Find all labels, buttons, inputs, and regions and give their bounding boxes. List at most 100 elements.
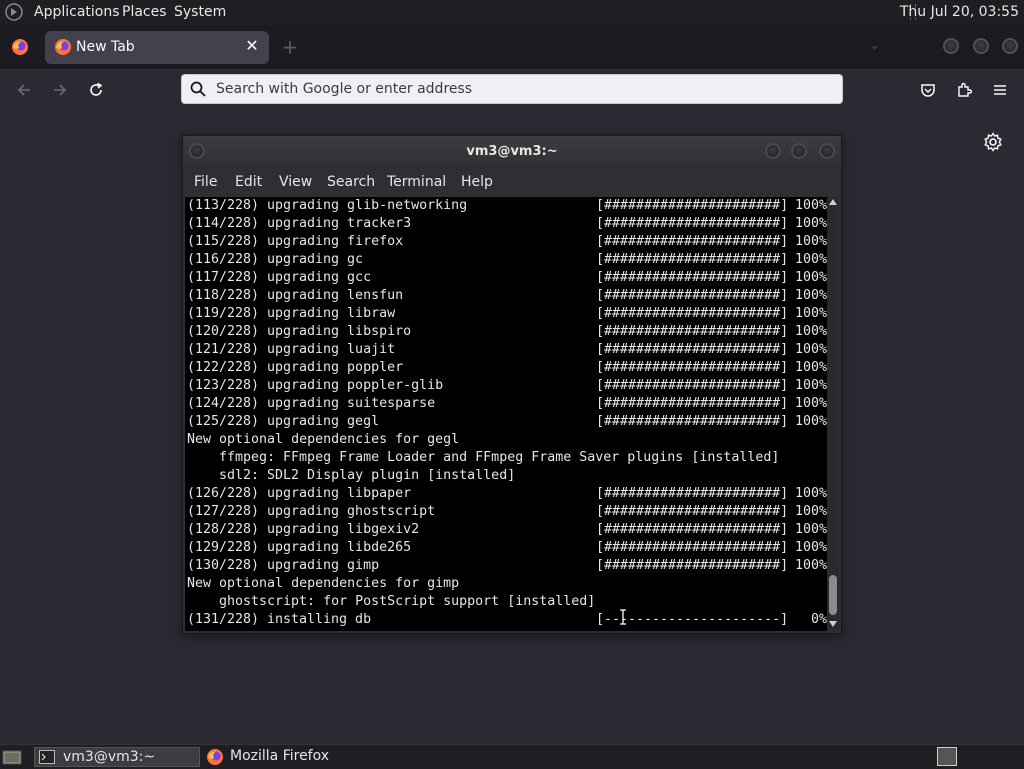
close-icon[interactable]: [819, 143, 835, 159]
distro-logo-icon[interactable]: [5, 3, 23, 21]
terminal-line-pct: 100%: [795, 522, 827, 537]
minimize-icon[interactable]: [765, 143, 781, 159]
maximize-icon[interactable]: [791, 143, 807, 159]
terminal-line-bar: [######################]: [596, 306, 789, 321]
terminal-line-text: upgrading gc: [267, 252, 364, 267]
scroll-down-icon[interactable]: [829, 621, 837, 627]
menu-system[interactable]: System: [174, 4, 226, 20]
terminal-line: (128/228) upgrading libgexiv2 [###########…: [187, 521, 827, 539]
terminal-line-bar: [######################]: [596, 324, 789, 339]
close-window-icon[interactable]: [1002, 38, 1018, 54]
close-tab-icon[interactable]: ✕: [243, 37, 261, 55]
terminal-output[interactable]: (113/228) upgrading glib-networking [#####…: [185, 197, 827, 631]
tab-new-tab[interactable]: New Tab ✕: [45, 31, 269, 64]
terminal-line-pct: 100%: [795, 540, 827, 555]
menu-edit[interactable]: Edit: [235, 174, 262, 190]
task-firefox[interactable]: Mozilla Firefox: [202, 747, 382, 767]
terminal-line-text: upgrading libgexiv2: [267, 522, 420, 537]
extensions-icon[interactable]: [951, 77, 977, 103]
terminal-window[interactable]: vm3@vm3:~ File Edit View Search Terminal…: [182, 135, 842, 634]
terminal-line-text: installing db: [267, 612, 372, 627]
address-bar[interactable]: Search with Google or enter address: [181, 74, 843, 104]
terminal-line: (118/228) upgrading lensfun [#############…: [187, 287, 827, 305]
terminal-line-bar: [######################]: [596, 342, 789, 357]
terminal-line-text: upgrading ghostscript: [267, 504, 436, 519]
menu-search[interactable]: Search: [327, 174, 375, 190]
menu-file[interactable]: File: [194, 174, 217, 190]
scroll-up-icon[interactable]: [829, 199, 837, 205]
terminal-line-text: upgrading tracker3: [267, 216, 412, 231]
terminal-line-num: (118/228): [187, 288, 260, 303]
forward-arrow-icon[interactable]: [47, 77, 73, 103]
pocket-icon[interactable]: [915, 77, 941, 103]
terminal-line-num: (121/228): [187, 342, 260, 357]
terminal-line-num: (122/228): [187, 360, 260, 375]
terminal-line-pct: 100%: [795, 504, 827, 519]
menu-applications[interactable]: Applications: [34, 4, 120, 20]
address-bar-placeholder: Search with Google or enter address: [216, 81, 473, 97]
workspace-switcher[interactable]: [937, 747, 957, 766]
terminal-line: (124/228) upgrading suitesparse [#########…: [187, 395, 827, 413]
new-tab-icon[interactable]: +: [279, 36, 301, 58]
terminal-line-text: upgrading gcc: [267, 270, 372, 285]
menu-terminal[interactable]: Terminal: [387, 174, 446, 190]
gear-icon[interactable]: [983, 132, 1003, 152]
firefox-view-icon[interactable]: [11, 38, 29, 56]
terminal-titlebar[interactable]: vm3@vm3:~: [183, 136, 841, 168]
terminal-line-bar: [######################]: [596, 288, 789, 303]
firefox-icon: [207, 749, 223, 765]
hamburger-menu-icon[interactable]: [987, 77, 1013, 103]
terminal-line: (114/228) upgrading tracker3 [############…: [187, 215, 827, 233]
terminal-line-pct: 100%: [795, 288, 827, 303]
reload-icon[interactable]: [83, 77, 109, 103]
terminal-line: (113/228) upgrading glib-networking [#####…: [187, 197, 827, 215]
back-arrow-icon[interactable]: [11, 77, 37, 103]
terminal-line-pct: 100%: [795, 252, 827, 267]
terminal-line-bar: [######################]: [596, 540, 789, 555]
terminal-menubar: File Edit View Search Terminal Help: [183, 168, 841, 196]
tab-title: New Tab: [76, 39, 135, 55]
top-panel: Applications Places System Thu Jul 20, 0…: [0, 0, 1024, 26]
terminal-line-pct: 100%: [795, 324, 827, 339]
terminal-line-text: upgrading gegl: [267, 414, 380, 429]
minimize-window-icon[interactable]: [943, 38, 959, 54]
menu-places[interactable]: Places: [122, 4, 167, 20]
terminal-line-bar: [######################]: [596, 216, 789, 231]
terminal-line: (126/228) upgrading libpaper [############…: [187, 485, 827, 503]
terminal-line: New optional dependencies for gegl: [187, 432, 460, 447]
terminal-line-num: (119/228): [187, 306, 260, 321]
text-cursor-icon: [620, 609, 626, 625]
terminal-line-num: (113/228): [187, 198, 260, 213]
terminal-line-bar: [######################]: [596, 414, 789, 429]
terminal-line-bar: [######################]: [596, 486, 789, 501]
terminal-line-pct: 100%: [795, 216, 827, 231]
terminal-line-num: (124/228): [187, 396, 260, 411]
terminal-line-pct: 100%: [795, 360, 827, 375]
maximize-window-icon[interactable]: [973, 38, 989, 54]
list-all-tabs-icon[interactable]: ⌄: [870, 39, 879, 52]
terminal-line-text: upgrading libpaper: [267, 486, 412, 501]
show-desktop-icon[interactable]: [2, 748, 22, 766]
firefox-tab-icon: [55, 39, 71, 55]
terminal-line-pct: 100%: [795, 558, 827, 573]
terminal-line-num: (125/228): [187, 414, 260, 429]
terminal-scrollbar[interactable]: [827, 197, 839, 631]
terminal-line-bar: [######################]: [596, 522, 789, 537]
terminal-line-text: upgrading libspiro: [267, 324, 412, 339]
terminal-line-num: (117/228): [187, 270, 260, 285]
task-terminal[interactable]: vm3@vm3:~: [34, 747, 200, 767]
menu-help[interactable]: Help: [461, 174, 493, 190]
terminal-line: New optional dependencies for gimp: [187, 576, 460, 591]
terminal-line: sdl2: SDL2 Display plugin [installed]: [219, 468, 516, 483]
panel-clock[interactable]: Thu Jul 20, 03:55: [900, 4, 1019, 20]
menu-view[interactable]: View: [279, 174, 312, 190]
terminal-line-text: upgrading luajit: [267, 342, 396, 357]
scrollbar-thumb[interactable]: [829, 575, 837, 615]
terminal-line-num: (115/228): [187, 234, 260, 249]
terminal-line-bar: [######################]: [596, 234, 789, 249]
terminal-line-text: upgrading libde265: [267, 540, 412, 555]
terminal-line: (120/228) upgrading libspiro [############…: [187, 323, 827, 341]
terminal-line: (117/228) upgrading gcc [#################…: [187, 269, 827, 287]
task-label: vm3@vm3:~: [63, 749, 156, 765]
terminal-line-pct: 0%: [810, 612, 827, 627]
